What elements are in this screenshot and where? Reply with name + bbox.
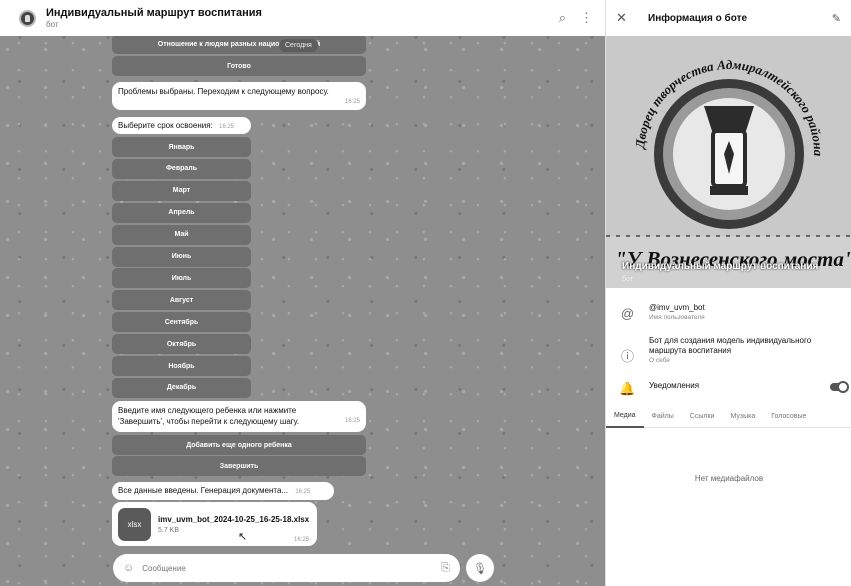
inline-button-ready[interactable]: Готово [112, 56, 366, 76]
close-icon[interactable]: ✕ [616, 10, 638, 26]
tab-music[interactable]: Музыка [722, 406, 763, 428]
month-button[interactable]: Июнь [112, 246, 251, 267]
paperclip-icon[interactable]: ⎘ [441, 562, 450, 575]
message-time: 16:25 [344, 99, 360, 105]
file-size: 5.7 KB [158, 527, 180, 534]
month-button[interactable]: Август [112, 290, 251, 311]
username[interactable]: @imv_uvm_bot [649, 303, 705, 313]
message-text: Выберите срок освоения: [118, 121, 213, 130]
message-time: 16:25 [219, 124, 235, 130]
about-line: Бот для создания модель индивидуального [649, 336, 812, 345]
month-button[interactable]: Февраль [112, 158, 251, 179]
info-title: Информация о боте [648, 12, 748, 24]
chat-title[interactable]: Индивидуальный маршрут воспитания [46, 7, 545, 19]
message-input[interactable] [142, 563, 442, 573]
search-icon[interactable]: ⌕ [559, 10, 566, 26]
message-text-line: Введите имя следующего ребенка или нажми… [118, 406, 297, 415]
file-name[interactable]: imv_uvm_bot_2024-10-25_16-25-18.xlsx [158, 515, 309, 524]
bot-logo: Дворец творчества Адмиралтейского района… [606, 36, 851, 288]
message-composer[interactable]: ☺ ⎘ [113, 554, 460, 582]
media-tabs: Медиа Файлы Ссылки Музыка Голосовые [606, 406, 851, 428]
month-button[interactable]: Октябрь [112, 334, 251, 355]
pencil-icon[interactable]: ✎ [832, 12, 841, 25]
tab-voice[interactable]: Голосовые [763, 406, 814, 428]
more-vertical-icon[interactable]: ⋮ [580, 10, 593, 26]
file-xlsx-icon[interactable]: xlsx [118, 508, 151, 541]
chat-subtitle: бот [46, 19, 59, 29]
username-caption: Имя пользователя [649, 314, 705, 321]
notifications-label: Уведомления [649, 381, 700, 390]
bot-profile-photo[interactable]: Дворец творчества Адмиралтейского района… [606, 36, 851, 288]
username-row[interactable]: @ @imv_uvm_bot Имя пользователя [606, 303, 851, 321]
bot-avatar[interactable] [19, 9, 36, 27]
month-button[interactable]: Апрель [112, 202, 251, 223]
add-child-button[interactable]: Добавить еще одного ребенка [112, 435, 366, 455]
file-message[interactable]: xlsx imv_uvm_bot_2024-10-25_16-25-18.xls… [112, 502, 317, 546]
message-time: 16:25 [344, 418, 360, 424]
message-bubble: Проблемы выбраны. Переходим к следующему… [112, 82, 366, 110]
bot-info-panel: ✕ Информация о боте ✎ Дворец творчества … [605, 0, 851, 586]
about-line: маршрута воспитания [649, 346, 732, 355]
info-icon: ⓘ [620, 349, 634, 364]
month-button[interactable]: Декабрь [112, 377, 251, 398]
notifications-toggle[interactable] [830, 381, 849, 393]
message-text: Проблемы выбраны. Переходим к следующему… [118, 87, 329, 96]
message-bubble: Все данные введены. Генерация документа.… [112, 482, 334, 500]
message-time: 16:25 [295, 489, 311, 495]
month-button[interactable]: Март [112, 180, 251, 201]
microphone-icon[interactable]: 🎙 [466, 554, 494, 582]
info-header: ✕ Информация о боте ✎ [606, 0, 851, 36]
about-row: ⓘ Бот для создания модель индивидуальног… [606, 336, 851, 365]
month-button[interactable]: Ноябрь [112, 356, 251, 376]
tab-links[interactable]: Ссылки [682, 406, 723, 428]
message-bubble: Выберите срок освоения: 16:25 [112, 117, 251, 134]
month-button[interactable]: Июль [112, 268, 251, 289]
chat-header[interactable]: Индивидуальный маршрут воспитания бот ⌕ … [0, 0, 605, 36]
at-icon: @ [620, 306, 635, 321]
finish-button[interactable]: Завершить [112, 456, 366, 476]
month-button[interactable]: Сентябрь [112, 312, 251, 333]
message-text: Все данные введены. Генерация документа.… [118, 486, 289, 495]
emoji-icon[interactable]: ☺ [123, 562, 134, 574]
empty-media-text: Нет медиафайлов [694, 474, 764, 483]
bot-type: бот [622, 276, 633, 283]
inline-button-nationalities[interactable]: Отношение к людям разных национальностей [112, 34, 366, 54]
notifications-row[interactable]: 🔔 Уведомления [606, 381, 851, 397]
message-text-line: 'Завершить', чтобы перейти к следующему … [118, 417, 300, 426]
month-button[interactable]: Январь [112, 137, 251, 157]
chat-panel: Индивидуальный маршрут воспитания бот ⌕ … [0, 0, 605, 586]
bell-icon: 🔔 [619, 381, 636, 396]
tab-media[interactable]: Медиа [606, 406, 644, 428]
mouse-cursor-icon: ↖ [238, 531, 248, 543]
date-separator: Сегодня [279, 39, 318, 52]
message-bubble: Введите имя следующего ребенка или нажми… [112, 401, 366, 432]
bot-name: Индивидуальный маршрут воспитания [622, 261, 819, 272]
about-caption: О себе [649, 357, 670, 364]
month-button[interactable]: Май [112, 224, 251, 245]
message-time: 16:25 [293, 537, 309, 543]
tab-files[interactable]: Файлы [644, 406, 682, 428]
